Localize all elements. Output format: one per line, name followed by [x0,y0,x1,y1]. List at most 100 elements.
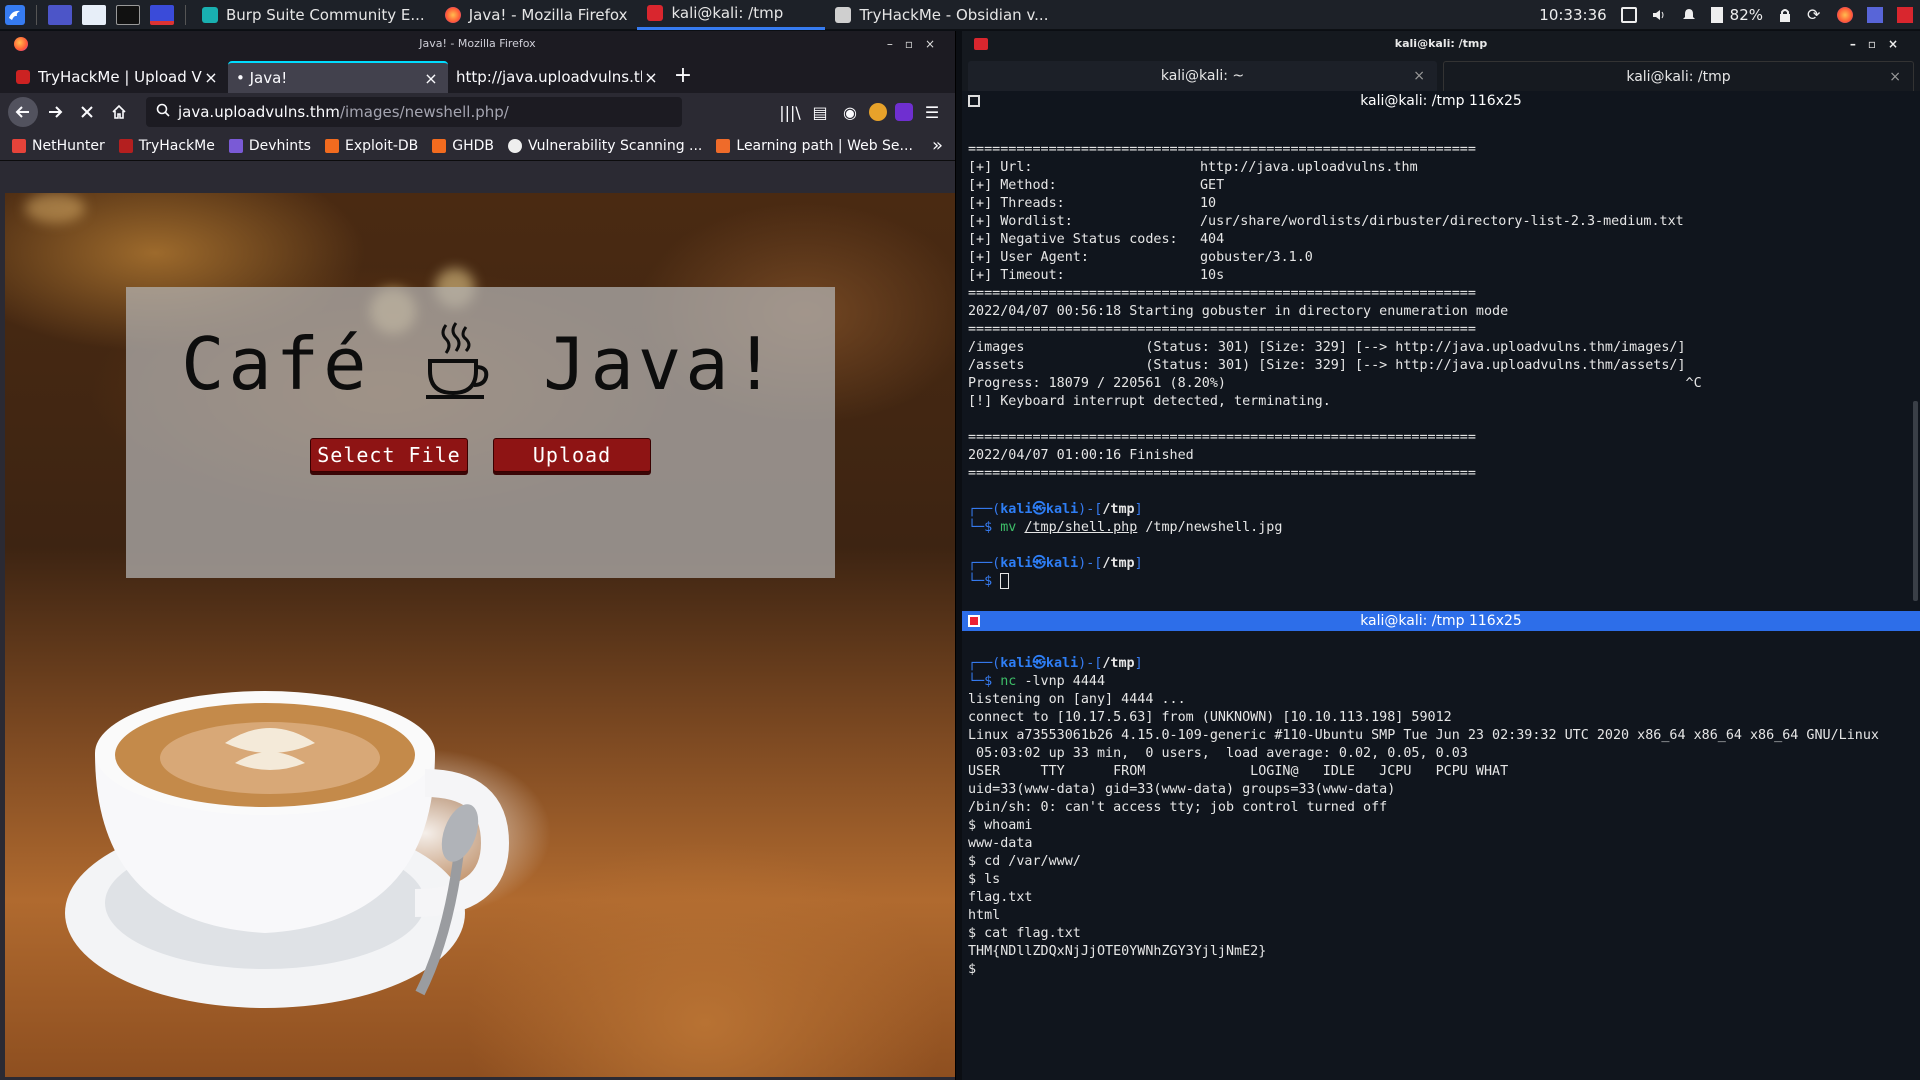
home-button[interactable] [104,97,134,127]
output-line: $ [968,962,985,977]
battery-icon[interactable] [1710,7,1723,23]
scrollbar[interactable] [1913,401,1918,601]
close-tab-icon[interactable]: × [1413,68,1425,84]
burp-extension-icon[interactable] [869,103,887,121]
pane-title-bottom[interactable]: kali@kali: /tmp 116x25 [962,611,1920,631]
task-label: TryHackMe - Obsidian v... [859,5,1049,24]
refresh-icon[interactable]: ⟳ [1807,7,1823,23]
tab-java-url[interactable]: http://java.uploadvulns.thm/ × [448,61,668,93]
bookmark-learning-path[interactable]: Learning path | Web Se... [716,138,913,154]
bell-icon[interactable] [1681,7,1697,23]
kali-menu-icon[interactable] [0,0,30,30]
kali-icon [12,138,26,153]
config-url: [+] Url: http://java.uploadvulns.thm [968,160,1418,175]
close-tab-icon[interactable]: × [422,69,440,88]
tab-label: http://java.uploadvulns.thm/ [456,68,642,86]
window-controls[interactable]: –▫× [1850,31,1910,57]
stop-button[interactable] [72,97,102,127]
forward-button[interactable] [40,97,70,127]
tab-java[interactable]: • Java! × [228,61,448,93]
output-line: connect to [10.17.5.63] from (UNKNOWN) [… [968,710,1452,725]
terminal-tab-tmp[interactable]: kali@kali: /tmp × [1443,61,1914,91]
bookmark-ghdb[interactable]: GHDB [432,138,494,154]
upload-button[interactable]: Upload [493,438,651,472]
tab-strip: TryHackMe | Upload Vuln × • Java! × http… [0,57,955,93]
firefox-window: Java! - Mozilla Firefox –▫× TryHackMe | … [0,31,956,1080]
exploitdb-icon [324,138,339,153]
terminal-icon[interactable] [116,4,140,25]
output-line: $ ls [968,872,1001,887]
bookmark-label: Learning path | Web Se... [736,137,913,154]
terminal-pane-bottom[interactable]: ┌──(kali㉿kali)-[/tmp] └─$ nc -lvnp 4444 li… [962,637,1920,1080]
close-tab-icon[interactable]: × [642,68,660,87]
extension-icon[interactable] [895,103,913,121]
pane-menu-icon[interactable] [968,95,980,107]
vuln-scan-icon [508,138,523,153]
menu-icon[interactable]: ☰ [921,101,943,123]
file-manager-icon[interactable] [82,4,106,25]
prompt-line: ┌──(kali㉿kali)-[/tmp] [968,556,1143,571]
new-tab-button[interactable]: + [668,61,698,93]
firefox-tray-icon[interactable] [1837,7,1853,23]
coffee-cup-image [65,663,585,1077]
task-obsidian[interactable]: TryHackMe - Obsidian v... [825,0,1058,30]
monitor-icon[interactable] [1867,7,1883,23]
tab-tryhackme[interactable]: TryHackMe | Upload Vuln × [8,61,228,93]
task-burp[interactable]: Burp Suite Community E... [192,0,435,30]
output-line: www-data [968,836,1033,851]
output-line: $ cd /var/www/ [968,854,1081,869]
terminal-tab-home[interactable]: kali@kali: ~ × [968,61,1437,91]
burp-icon [202,6,218,23]
volume-icon[interactable] [1651,7,1667,23]
task-label: Java! - Mozilla Firefox [468,5,628,24]
bookmark-vuln-scanning[interactable]: Vulnerability Scanning ... [508,138,702,154]
screen-icon[interactable] [150,4,174,25]
power-icon[interactable] [1897,7,1913,23]
bookmark-exploitdb[interactable]: Exploit-DB [324,138,418,154]
terminal-titlebar: kali@kali: /tmp –▫× [962,31,1920,57]
bookmark-nethunter[interactable]: NetHunter [12,138,105,154]
tab-label: kali@kali: /tmp [1626,68,1731,85]
pane-title-top[interactable]: kali@kali: /tmp 116x25 [962,91,1920,111]
portswigger-icon [716,138,731,153]
sidebar-icon[interactable]: ▤ [809,101,831,123]
output-line: 05:03:02 up 33 min, 0 users, load averag… [968,746,1468,761]
clock[interactable]: 10:33:36 [1539,6,1606,24]
workspace-icon[interactable] [48,4,72,25]
terminal-window: kali@kali: /tmp –▫× kali@kali: ~ × kali@… [962,31,1920,1080]
prompt-line: ┌──(kali㉿kali)-[/tmp] [968,502,1143,517]
url-bar[interactable]: java.uploadvulns.thm/images/newshell.php… [146,97,682,127]
config-wordlist: [+] Wordlist:/usr/share/wordlists/dirbus… [968,214,1684,229]
display-icon[interactable] [1620,7,1637,23]
select-file-button[interactable]: Select File [310,438,468,472]
bookmark-devhints[interactable]: Devhints [228,138,311,154]
back-button[interactable] [8,97,38,127]
page-content: Café Java! Select File Upload [5,193,955,1077]
pane-menu-icon[interactable] [968,615,980,627]
finished-line: 2022/04/07 01:00:16 Finished [968,448,1194,463]
firefox-logo-icon [14,37,28,51]
window-controls[interactable]: –▫× [887,31,947,57]
library-icon[interactable]: |||\ [779,101,801,123]
close-tab-icon[interactable]: × [202,68,220,87]
output-line: html [968,908,1001,923]
task-label: Burp Suite Community E... [226,5,425,24]
task-firefox[interactable]: Java! - Mozilla Firefox [435,0,638,30]
bookmark-tryhackme[interactable]: TryHackMe [118,138,215,154]
search-icon [156,103,170,121]
tab-label: • Java! [236,69,288,87]
terminal-pane-top[interactable]: ========================================… [962,141,1920,611]
url-host: java.uploadvulns.thm [178,103,340,121]
account-icon[interactable]: ◉ [839,101,861,123]
task-terminal[interactable]: kali@kali: /tmp [637,0,826,30]
lock-icon[interactable] [1777,7,1793,23]
bookmarks-overflow-icon[interactable]: » [932,135,943,156]
output-line: USER TTY FROM LOGIN@ IDLE JCPU PCPU WHAT [968,764,1509,779]
rule: ========================================… [968,142,1476,157]
tryhackme-icon [118,138,133,153]
config-timeout: [+] Timeout: 10s [968,268,1225,283]
config-threads: [+] Threads: 10 [968,196,1217,211]
close-tab-icon[interactable]: × [1889,69,1901,85]
